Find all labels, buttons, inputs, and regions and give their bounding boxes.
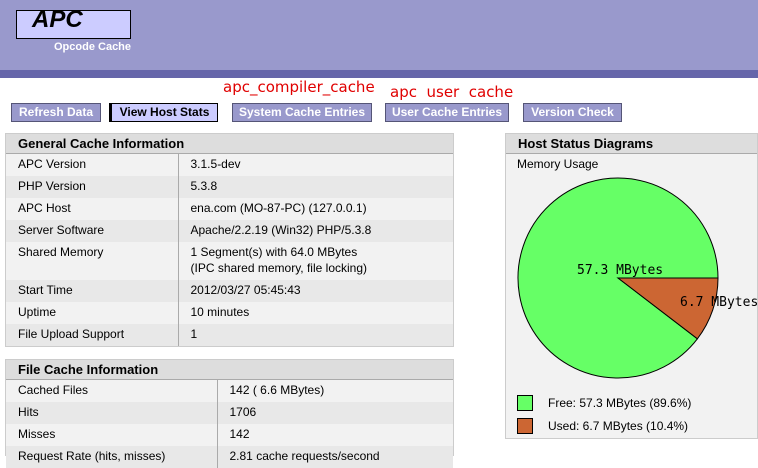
table-row: Uptime 10 minutes [6,302,453,324]
tab-refresh-data[interactable]: Refresh Data [11,103,101,122]
row-label: Uptime [6,302,179,324]
table-row: APC Host ena.com (MO-87-PC) (127.0.0.1) [6,198,453,220]
table-row: Hits 1706 [6,402,453,424]
row-value: 142 [217,424,453,446]
table-row: Shared Memory 1 Segment(s) with 64.0 MBy… [6,242,453,280]
row-label: PHP Version [6,176,179,198]
row-label: Request Rate (hits, misses) [6,446,218,468]
row-value: 1 [178,324,453,346]
tab-user-cache-entries[interactable]: User Cache Entries [385,103,509,122]
legend-free-swatch [517,395,533,411]
row-label: File Upload Support [6,324,179,346]
legend-free-label: Free: 57.3 MBytes (89.6%) [548,396,692,410]
pie-label-free: 57.3 MBytes [577,263,663,278]
logo-text: APC [32,6,83,33]
row-label: Server Software [6,220,179,242]
row-value: 2012/03/27 05:45:43 [178,280,453,302]
table-row: Request Rate (hits, misses) 2.81 cache r… [6,446,453,468]
shared-memory-line1: 1 Segment(s) with 64.0 MBytes [190,245,358,259]
row-value: 1706 [217,402,453,424]
file-cache-title: File Cache Information [6,360,453,380]
row-label: APC Host [6,198,179,220]
tab-system-cache-entries[interactable]: System Cache Entries [232,103,372,122]
table-row: Server Software Apache/2.2.19 (Win32) PH… [6,220,453,242]
table-row: Misses 142 [6,424,453,446]
logo-subtitle: Opcode Cache [54,41,132,53]
row-value: ena.com (MO-87-PC) (127.0.0.1) [178,198,453,220]
row-label: Hits [6,402,218,424]
row-value: 10 minutes [178,302,453,324]
general-cache-table: APC Version 3.1.5-dev PHP Version 5.3.8 … [6,154,453,346]
legend-used-label: Used: 6.7 MBytes (10.4%) [548,419,689,433]
row-value: 142 ( 6.6 MBytes) [217,380,453,402]
annotation-compiler-cache: apc_compiler_cache [223,78,375,96]
annotation-user-cache: apc user cache [390,83,514,101]
row-value: 3.1.5-dev [178,154,453,176]
shared-memory-line2: (IPC shared memory, file locking) [190,261,368,275]
host-status-title: Host Status Diagrams [506,134,757,154]
table-row: APC Version 3.1.5-dev [6,154,453,176]
row-value: 1 Segment(s) with 64.0 MBytes (IPC shared… [178,242,453,280]
memory-usage-pie: 57.3 MBytes 6.7 MBytes [517,177,758,379]
pie-label-used: 6.7 MBytes [680,295,758,310]
file-cache-table: Cached Files 142 ( 6.6 MBytes) Hits 1706… [6,380,453,468]
row-label: APC Version [6,154,179,176]
row-label: Shared Memory [6,242,179,280]
row-value: 5.3.8 [178,176,453,198]
header-divider [0,70,758,78]
general-cache-title: General Cache Information [6,134,453,154]
row-label: Misses [6,424,218,446]
tab-version-check[interactable]: Version Check [523,103,622,122]
table-row: PHP Version 5.3.8 [6,176,453,198]
table-row: Cached Files 142 ( 6.6 MBytes) [6,380,453,402]
row-label: Cached Files [6,380,218,402]
legend-used-swatch [517,418,533,434]
table-row: File Upload Support 1 [6,324,453,346]
table-row: Start Time 2012/03/27 05:45:43 [6,280,453,302]
row-label: Start Time [6,280,179,302]
row-value: Apache/2.2.19 (Win32) PHP/5.3.8 [178,220,453,242]
tab-view-host-stats[interactable]: View Host Stats [109,103,218,122]
row-value: 2.81 cache requests/second [217,446,453,468]
